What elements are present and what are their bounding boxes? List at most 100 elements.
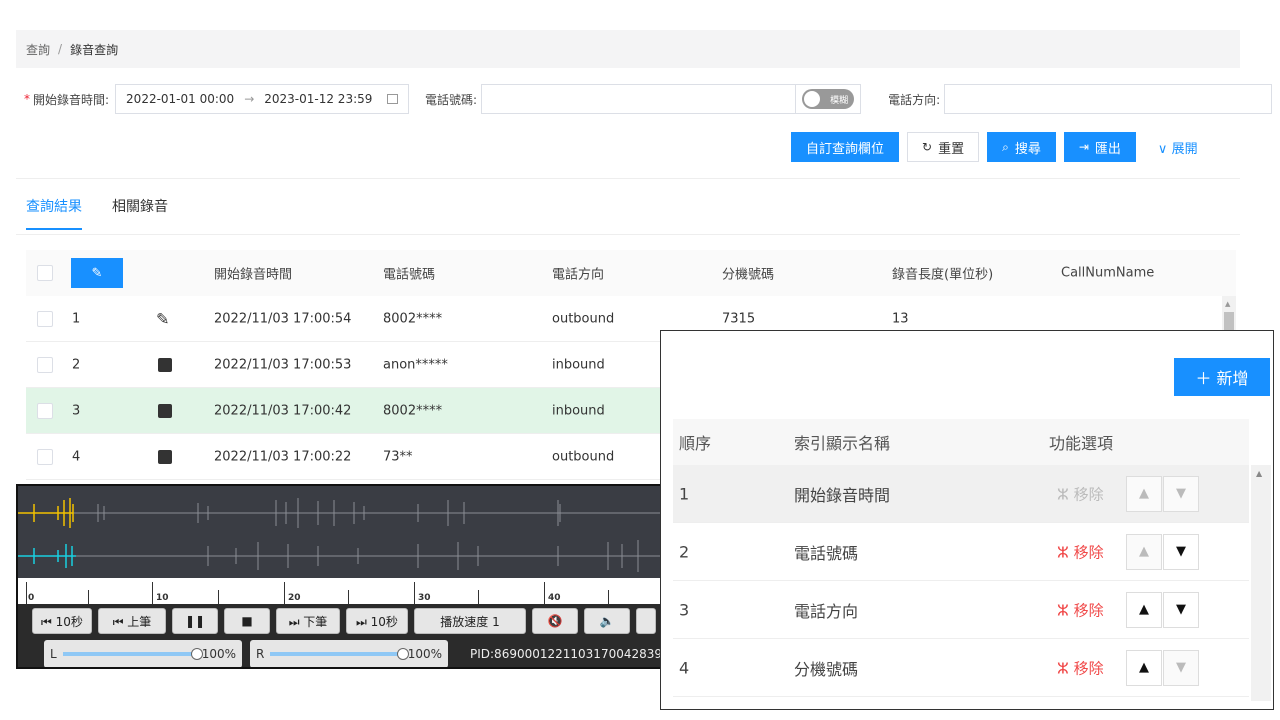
ruler-label: 30 <box>418 593 431 603</box>
select-all-checkbox[interactable] <box>37 265 53 281</box>
pause-button[interactable]: ❚❚ <box>172 608 218 634</box>
remove-button[interactable]: ⵣ 移除 <box>1057 657 1104 678</box>
ruler-tick <box>284 582 285 604</box>
book-icon[interactable] <box>158 403 172 418</box>
move-up-button[interactable]: ▲ <box>1126 591 1162 628</box>
search-icon: ⌕ <box>1002 139 1009 154</box>
custom-fields-dialog: ＋ 新增 順序 索引顯示名稱 功能選項 1 開始錄音時間 ⵣ 移除 ▲ ▼ 2 … <box>660 330 1274 710</box>
move-down-button[interactable]: ▼ <box>1163 533 1199 570</box>
left-volume-knob[interactable] <box>190 648 203 660</box>
remove-button[interactable]: ⵣ 移除 <box>1057 483 1104 504</box>
reset-button[interactable]: ↻ 重置 <box>907 132 980 162</box>
direction-label: 電話方向: <box>888 92 941 107</box>
waveform[interactable] <box>18 486 676 578</box>
tab-query-results[interactable]: 查詢結果 <box>26 196 82 230</box>
volume-down-icon[interactable]: 🔈 <box>584 608 630 634</box>
row-checkbox[interactable] <box>37 356 53 373</box>
column-header[interactable]: CallNumName <box>1061 266 1154 281</box>
triangle-down-icon: ▼ <box>1176 602 1186 617</box>
fuzzy-toggle-label: 模糊 <box>830 95 849 106</box>
remove-button[interactable]: ⵣ 移除 <box>1057 599 1104 620</box>
fuzzy-toggle-box: 模糊 <box>795 84 862 114</box>
field-row[interactable]: 1 開始錄音時間 ⵣ 移除 ▲ ▼ <box>673 465 1249 523</box>
ruler-label: 40 <box>548 593 561 603</box>
required-mark: * <box>24 92 30 106</box>
playback-speed-button[interactable]: 播放速度 1 <box>414 608 526 634</box>
right-volume-track[interactable] <box>270 648 409 660</box>
field-row[interactable]: 2 電話號碼 ⵣ 移除 ▲ ▼ <box>673 523 1249 581</box>
next-record-button[interactable]: ⏭ 下筆 <box>276 608 340 634</box>
scroll-up-icon[interactable]: ▲ <box>1225 300 1230 308</box>
column-header[interactable]: 電話方向 <box>552 264 604 283</box>
add-button[interactable]: ＋ 新增 <box>1174 358 1270 396</box>
left-volume-track[interactable] <box>62 648 203 660</box>
field-order: 4 <box>679 658 690 677</box>
search-button[interactable]: ⌕ 搜尋 <box>987 132 1056 162</box>
triangle-down-icon: ▼ <box>1176 486 1186 501</box>
breadcrumb-separator: / <box>58 42 63 56</box>
end-date-value[interactable]: 2023-01-12 23:59 <box>264 92 372 106</box>
volume-up-icon[interactable] <box>636 608 656 634</box>
row-time: 2022/11/03 17:00:22 <box>214 449 352 464</box>
time-ruler[interactable]: 0 10 20 30 40 <box>18 578 674 604</box>
move-down-button[interactable]: ▼ <box>1163 649 1199 686</box>
move-down-button[interactable]: ▼ <box>1163 475 1199 512</box>
breadcrumb-root[interactable]: 查詢 <box>26 41 50 58</box>
column-header[interactable]: 電話號碼 <box>383 264 435 283</box>
edit-columns-button[interactable]: ✎ <box>71 258 123 288</box>
row-checkbox[interactable] <box>37 310 53 327</box>
move-up-button[interactable]: ▲ <box>1126 649 1162 686</box>
move-down-button[interactable]: ▼ <box>1163 591 1199 628</box>
column-header[interactable]: 開始錄音時間 <box>214 264 292 283</box>
field-row[interactable]: 3 電話方向 ⵣ 移除 ▲ ▼ <box>673 581 1249 639</box>
book-icon[interactable] <box>158 449 172 464</box>
calendar-icon[interactable] <box>387 94 399 104</box>
left-volume-slider[interactable]: L 100% <box>44 640 242 667</box>
left-channel-label: L <box>50 647 57 661</box>
right-volume-knob[interactable] <box>396 648 409 660</box>
remove-icon: ⵣ <box>1057 601 1074 619</box>
phone-input[interactable] <box>481 84 796 114</box>
expand-link[interactable]: ∨ 展開 <box>1158 138 1198 157</box>
recording-pid: PID:869000122110317004283901 <box>470 647 676 661</box>
scrollbar-thumb[interactable] <box>1224 312 1234 332</box>
field-name: 電話方向 <box>794 601 859 621</box>
date-range-picker[interactable]: 2022-01-01 00:00 → 2023-01-12 23:59 <box>115 84 410 114</box>
stop-button[interactable]: ■ <box>224 608 270 634</box>
remove-button[interactable]: ⵣ 移除 <box>1057 541 1104 562</box>
column-header[interactable]: 分機號碼 <box>722 264 774 283</box>
row-number: 1 <box>72 311 81 326</box>
previous-record-button[interactable]: ⏮ 上筆 <box>98 608 166 634</box>
tab-related-recordings[interactable]: 相關錄音 <box>112 196 168 230</box>
search-label: 搜尋 <box>1014 141 1041 157</box>
row-checkbox[interactable] <box>37 402 53 419</box>
divider <box>16 234 1240 235</box>
field-row[interactable]: 4 分機號碼 ⵣ 移除 ▲ ▼ <box>673 639 1249 697</box>
fuzzy-toggle[interactable]: 模糊 <box>802 89 855 109</box>
scroll-up-icon[interactable]: ▲ <box>1256 469 1262 478</box>
field-name: 開始錄音時間 <box>794 485 891 505</box>
export-button[interactable]: ⇥ 匯出 <box>1063 132 1136 162</box>
triangle-up-icon: ▲ <box>1139 544 1149 559</box>
move-up-button[interactable]: ▲ <box>1126 533 1162 570</box>
custom-fields-button[interactable]: 自訂查詢欄位 <box>791 132 900 162</box>
remove-label: 移除 <box>1073 485 1104 503</box>
right-volume-slider[interactable]: R 100% <box>250 640 448 667</box>
range-arrow-icon: → <box>244 92 255 106</box>
book-icon[interactable] <box>158 357 172 372</box>
column-header[interactable]: 錄音長度(單位秒) <box>892 264 993 283</box>
move-up-button[interactable]: ▲ <box>1126 475 1162 512</box>
mute-icon[interactable]: 🔇 <box>532 608 578 634</box>
pencil-icon[interactable]: ✎ <box>156 309 169 328</box>
row-phone: 8002**** <box>383 403 443 418</box>
row-direction: outbound <box>552 311 615 326</box>
column-header: 順序 <box>679 434 712 453</box>
triangle-down-icon: ▼ <box>1176 660 1186 675</box>
rewind-10s-button[interactable]: ⏮ 10秒 <box>32 608 92 634</box>
forward-10s-button[interactable]: ⏭ 10秒 <box>346 608 408 634</box>
row-direction: inbound <box>552 403 605 418</box>
row-checkbox[interactable] <box>37 448 53 465</box>
direction-input[interactable] <box>944 84 1273 114</box>
dialog-scrollbar[interactable]: ▲ <box>1251 465 1271 701</box>
start-date-value[interactable]: 2022-01-01 00:00 <box>126 92 234 106</box>
